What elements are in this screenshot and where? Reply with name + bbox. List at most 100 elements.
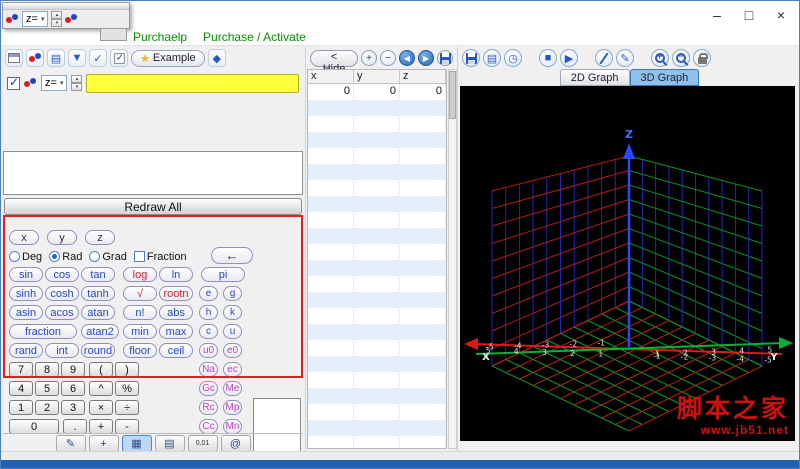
mini-spinner[interactable]: ▴ ▾ bbox=[51, 11, 63, 27]
key-Rc[interactable]: Rc bbox=[199, 400, 218, 415]
key-)[interactable]: ) bbox=[115, 362, 139, 377]
scrollbar-thumb[interactable] bbox=[449, 71, 456, 119]
graph-3d-view[interactable]: X Y Z 1 -1 1 -1 2 -2 2 -2 3 -3 3 -3 4 -4 4 -4 5 -5 5 -5 脚本之家 w… bbox=[460, 86, 795, 441]
hide-panel-button[interactable]: < Hide bbox=[310, 49, 358, 75]
save-graph-button[interactable] bbox=[462, 49, 480, 67]
key-Na[interactable]: Na bbox=[199, 362, 218, 377]
key-atan2[interactable]: atan2 bbox=[81, 324, 119, 339]
key-fraction[interactable]: fraction bbox=[9, 324, 77, 339]
checkbox-icon[interactable] bbox=[110, 49, 128, 67]
key-√[interactable]: √ bbox=[123, 286, 157, 301]
key-2[interactable]: 2 bbox=[35, 400, 59, 415]
key-Mn[interactable]: Mn bbox=[223, 419, 242, 434]
key-Gc[interactable]: Gc bbox=[199, 381, 218, 396]
key-rand[interactable]: rand bbox=[9, 343, 43, 358]
key-0[interactable]: 0 bbox=[9, 419, 59, 434]
table-scrollbar[interactable] bbox=[448, 69, 457, 449]
table-row[interactable] bbox=[308, 164, 446, 180]
table-row[interactable] bbox=[308, 228, 446, 244]
key-Mp[interactable]: Mp bbox=[223, 400, 242, 415]
key-1[interactable]: 1 bbox=[9, 400, 33, 415]
key-e0[interactable]: e0 bbox=[223, 343, 242, 358]
key-ceil[interactable]: ceil bbox=[159, 343, 193, 358]
table-row[interactable] bbox=[308, 148, 446, 164]
key-h[interactable]: h bbox=[199, 305, 218, 320]
table-row[interactable] bbox=[308, 292, 446, 308]
expression-input[interactable] bbox=[86, 73, 299, 93]
filter-icon[interactable]: ▼ bbox=[68, 49, 86, 67]
left-tab-pencil[interactable]: ✎ bbox=[55, 435, 86, 452]
key-g[interactable]: g bbox=[223, 286, 242, 301]
key-ln[interactable]: ln bbox=[159, 267, 193, 282]
key-floor[interactable]: floor bbox=[123, 343, 157, 358]
key-4[interactable]: 4 bbox=[9, 381, 33, 396]
key-cosh[interactable]: cosh bbox=[45, 286, 79, 301]
table-row[interactable] bbox=[308, 340, 446, 356]
save-table-button[interactable] bbox=[437, 50, 453, 66]
add-row-button[interactable]: + bbox=[361, 50, 377, 66]
notes-button[interactable]: ▤ bbox=[483, 49, 501, 67]
fraction-checkbox[interactable]: Fraction bbox=[133, 251, 187, 263]
spinner-up-icon[interactable]: ▴ bbox=[51, 11, 63, 19]
spinner-down-icon[interactable]: ▾ bbox=[51, 19, 63, 27]
zoom-out-button[interactable] bbox=[672, 49, 690, 67]
table-row[interactable] bbox=[308, 372, 446, 388]
key--[interactable]: - bbox=[115, 419, 139, 434]
key-Me[interactable]: Me bbox=[223, 381, 242, 396]
table-row[interactable] bbox=[308, 132, 446, 148]
pencil-button[interactable]: ✎ bbox=[616, 49, 634, 67]
key-ec[interactable]: ec bbox=[223, 362, 242, 377]
key-sin[interactable]: sin bbox=[9, 267, 43, 282]
lock-button[interactable] bbox=[693, 49, 711, 67]
example-button[interactable]: ★ Example bbox=[131, 49, 205, 67]
key-7[interactable]: 7 bbox=[9, 362, 33, 377]
key-y[interactable]: y bbox=[47, 230, 77, 245]
zoom-in-button[interactable] bbox=[651, 49, 669, 67]
left-tab-grid[interactable]: ▤ bbox=[154, 435, 185, 452]
table-row[interactable] bbox=[308, 404, 446, 420]
table-row[interactable]: 000 bbox=[308, 84, 446, 100]
key-acos[interactable]: acos bbox=[45, 305, 79, 320]
diamond-icon[interactable]: ◆ bbox=[207, 49, 226, 67]
line-tool-button[interactable] bbox=[595, 49, 613, 67]
keyboard-icon[interactable]: ▤ bbox=[47, 49, 65, 67]
key-u[interactable]: u bbox=[223, 324, 242, 339]
expression-type-select[interactable]: z= ▾ bbox=[41, 75, 68, 91]
mini-z-select[interactable]: z= ▾ bbox=[22, 11, 49, 27]
key-rootn[interactable]: rootn bbox=[159, 286, 193, 301]
mini-window-titlebar[interactable] bbox=[3, 3, 129, 10]
mini-window-tab[interactable] bbox=[100, 29, 127, 41]
key-5[interactable]: 5 bbox=[35, 381, 59, 396]
expression-enable-checkbox[interactable] bbox=[7, 75, 20, 90]
table-row[interactable] bbox=[308, 116, 446, 132]
window-icon[interactable] bbox=[5, 49, 23, 67]
key-Cc[interactable]: Cc bbox=[199, 419, 218, 434]
radio-rad[interactable]: Rad bbox=[49, 251, 82, 263]
key-sinh[interactable]: sinh bbox=[9, 286, 43, 301]
expression-list-box[interactable] bbox=[3, 151, 303, 195]
mini-expression-window[interactable]: z= ▾ ▴ ▾ bbox=[2, 2, 130, 29]
table-row[interactable] bbox=[308, 260, 446, 276]
table-row[interactable] bbox=[308, 436, 446, 448]
expression-spinner[interactable]: ▴ ▾ bbox=[71, 75, 83, 91]
history-button[interactable]: ◷ bbox=[504, 49, 522, 67]
table-row[interactable] bbox=[308, 180, 446, 196]
points-icon[interactable] bbox=[26, 49, 44, 67]
table-row[interactable] bbox=[308, 388, 446, 404]
key-6[interactable]: 6 bbox=[61, 381, 85, 396]
tab-3d-graph[interactable]: 3D Graph bbox=[629, 69, 700, 86]
key-%[interactable]: % bbox=[115, 381, 139, 396]
left-tab-cross[interactable]: + bbox=[88, 435, 119, 452]
left-tab-globe[interactable]: @ bbox=[220, 435, 251, 452]
maximize-button[interactable]: □ bbox=[733, 1, 765, 29]
key-([interactable]: ( bbox=[89, 362, 113, 377]
left-tab-keypad[interactable]: ▦ bbox=[121, 435, 152, 452]
key-asin[interactable]: asin bbox=[9, 305, 43, 320]
key-9[interactable]: 9 bbox=[61, 362, 85, 377]
key-n![interactable]: n! bbox=[123, 305, 157, 320]
minimize-button[interactable]: – bbox=[701, 1, 733, 29]
table-row[interactable] bbox=[308, 196, 446, 212]
table-row[interactable] bbox=[308, 356, 446, 372]
forward-arrow-button[interactable]: ▶ bbox=[418, 50, 434, 66]
radio-deg[interactable]: Deg bbox=[9, 251, 42, 263]
